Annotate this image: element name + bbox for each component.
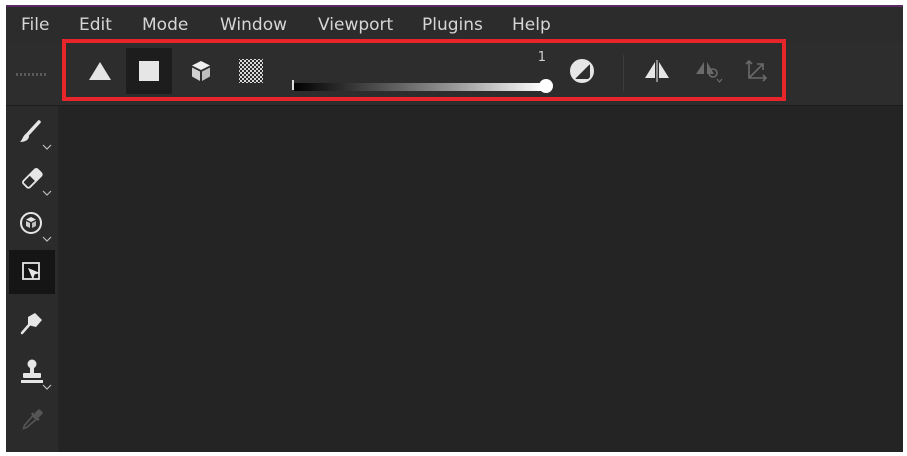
chevron-down-icon <box>42 190 52 196</box>
menu-mode[interactable]: Mode <box>142 15 188 35</box>
triangle-icon <box>89 62 111 80</box>
toolbar-grip-handle[interactable] <box>16 73 48 76</box>
menu-edit[interactable]: Edit <box>79 15 112 35</box>
square-icon <box>139 61 159 81</box>
chevron-down-icon <box>42 384 52 390</box>
eraser-icon <box>22 168 43 189</box>
clone-stamp-icon <box>21 359 43 383</box>
brush-opacity-slider[interactable] <box>294 83 544 91</box>
transform-axis-button[interactable] <box>733 48 779 94</box>
menu-viewport[interactable]: Viewport <box>318 15 393 35</box>
transform-axis-icon <box>745 59 768 82</box>
cube-tool-button[interactable] <box>178 48 224 94</box>
projection-tool[interactable] <box>9 202 55 246</box>
cube-icon <box>192 61 210 81</box>
contrast-button[interactable] <box>559 48 605 94</box>
viewport-canvas[interactable] <box>58 106 903 452</box>
menu-file[interactable]: File <box>21 15 49 35</box>
projection-icon <box>20 212 42 234</box>
chevron-down-icon <box>42 236 52 242</box>
contrast-icon <box>570 59 594 83</box>
triangle-tool-button[interactable] <box>77 48 123 94</box>
eraser-tool[interactable] <box>9 156 55 200</box>
app-window: File Edit Mode Window Viewport Plugins H… <box>6 5 903 452</box>
smudge-icon <box>20 313 42 335</box>
slider-handle[interactable] <box>539 79 553 93</box>
polygon-fill-icon <box>22 262 40 280</box>
symmetry-icon <box>645 60 669 82</box>
color-picker-tool[interactable] <box>9 398 55 442</box>
tool-properties-bar: 1 <box>6 43 903 106</box>
symmetry-options-button[interactable] <box>686 48 732 94</box>
smudge-tool[interactable] <box>9 302 55 346</box>
chevron-down-icon <box>42 144 52 150</box>
checkerboard-tool-button[interactable] <box>228 48 274 94</box>
symmetry-options-icon <box>696 62 723 83</box>
menu-window[interactable]: Window <box>220 15 287 35</box>
slider-value: 1 <box>537 50 546 65</box>
toolbar-separator <box>623 55 624 91</box>
brush-icon <box>20 120 41 142</box>
clone-stamp-tool[interactable] <box>9 350 55 394</box>
menu-plugins[interactable]: Plugins <box>422 15 483 35</box>
menu-bar: File Edit Mode Window Viewport Plugins H… <box>6 7 903 43</box>
checkerboard-icon <box>239 59 263 83</box>
tools-panel <box>6 106 58 452</box>
brush-tool[interactable] <box>9 110 55 154</box>
color-picker-icon <box>22 409 43 430</box>
polygon-fill-tool[interactable] <box>9 250 55 294</box>
menu-help[interactable]: Help <box>512 15 551 35</box>
symmetry-button[interactable] <box>634 48 680 94</box>
square-tool-button[interactable] <box>126 48 172 94</box>
